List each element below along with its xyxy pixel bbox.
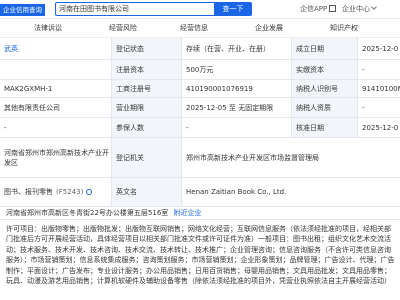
industry-code: (F5243) <box>56 188 84 196</box>
table-row: 注册资本 500万元 实缴资本 - <box>0 60 400 80</box>
paid-capital-label: 实缴资本 <box>292 60 358 79</box>
authority-value: 郑州市高新技术产业开发区市场监督管理局 <box>186 153 319 162</box>
industry-category: 图书、报刊零售 (F5243) <box>0 178 112 206</box>
capital-label: 注册资本 <box>112 60 182 79</box>
tab-ip[interactable]: 知识产权 <box>330 23 358 33</box>
enterprise-center-label: 企业中心 <box>342 5 370 13</box>
industry-value: - <box>0 118 112 137</box>
english-name-value: Henan Zaitian Book Co., Ltd. <box>186 188 287 196</box>
table-row: 图书、报刊零售 (F5243) 英文名 Henan Zaitian Book C… <box>0 178 400 207</box>
taxpayer-id-value: 91410100M <box>362 84 400 93</box>
table-row: MAK2GXMH-1 工商注册号 410190001076919 纳税人识别号 … <box>0 80 400 98</box>
taxpayer-qual-value: - <box>362 103 365 112</box>
authority-label: 登记机关 <box>112 138 182 177</box>
registered-address: 河南省郑州市高新区冬青街22号办公楼第五层516室 附近企业 <box>0 207 400 220</box>
region-value: 河南省郑州市郑州高新技术产业开发区 <box>0 138 112 177</box>
industry-category-label: 图书、报刊零售 <box>4 188 53 196</box>
search-input[interactable] <box>55 2 215 16</box>
top-bar: 企业信用查询 查一下 企信APP 企业中心 <box>0 0 400 19</box>
brand-logo[interactable]: 企业信用查询 <box>0 4 45 16</box>
reg-number-value: 410190001076919 <box>182 80 292 97</box>
table-row: - 参保人数 - 核准日期 2025-12-0 <box>0 118 400 138</box>
term-label: 营业期限 <box>112 98 182 117</box>
taxpayer-id-label: 纳税人识别号 <box>292 80 358 97</box>
nearby-companies-link[interactable]: 附近企业 <box>174 209 202 217</box>
status-value: 存续（在营、开业、在册） <box>182 38 292 59</box>
status-label: 登记状态 <box>112 38 182 59</box>
capital-value: 500万元 <box>182 60 292 79</box>
taxpayer-qual-label: 纳税人资质 <box>292 98 358 117</box>
legal-rep-value[interactable]: 武英 <box>0 38 112 59</box>
tab-operation[interactable]: 经营信息 <box>180 23 208 33</box>
founded-value: 2025-12-0 <box>362 44 399 53</box>
approval-date-label: 核准日期 <box>292 118 358 137</box>
reg-number-label: 工商注册号 <box>112 80 182 97</box>
tab-legal[interactable]: 法律诉讼 <box>34 23 62 33</box>
table-row: 武英 登记状态 存续（在营、开业、在册） 成立日期 2025-12-0 <box>0 38 400 60</box>
company-type-value: 其他有限责任公司 <box>0 98 112 117</box>
search-icon[interactable] <box>86 189 93 195</box>
credit-code-value: MAK2GXMH-1 <box>0 80 112 97</box>
table-row: 河南省郑州市郑州高新技术产业开发区 登记机关 郑州市高新技术产业开发区市场监督管… <box>0 138 400 178</box>
tab-development[interactable]: 企业发展 <box>255 23 283 33</box>
table-row: 其他有限责任公司 营业期限 2025-12-05 至 无固定期限 纳税人资质 - <box>0 98 400 118</box>
term-value: 2025-12-05 至 无固定期限 <box>182 98 292 117</box>
search-button[interactable]: 查一下 <box>214 2 252 16</box>
qr-code-icon <box>329 5 337 12</box>
section-tabs: 法律诉讼 经营风险 经营信息 企业发展 知识产权 <box>0 23 400 37</box>
insured-label: 参保人数 <box>112 118 182 137</box>
chevron-down-icon <box>371 4 377 10</box>
app-link[interactable]: 企信APP <box>300 4 337 14</box>
empty-cell <box>0 60 112 79</box>
insured-value: - <box>182 118 292 137</box>
address-text: 河南省郑州市高新区冬青街22号办公楼第五层516室 <box>6 209 169 217</box>
app-link-label: 企信APP <box>300 5 328 13</box>
paid-capital-value: - <box>362 65 365 74</box>
business-scope: 许可项目：出版物零售；出版物批发；出版物互联网销售；网络文化经营；互联网信息服务… <box>6 225 395 286</box>
english-name-label: 英文名 <box>112 178 182 206</box>
founded-label: 成立日期 <box>292 38 358 59</box>
approval-date-value: 2025-12-0 <box>362 123 399 132</box>
enterprise-center-menu[interactable]: 企业中心 <box>342 4 377 14</box>
tab-risk[interactable]: 经营风险 <box>109 23 137 33</box>
